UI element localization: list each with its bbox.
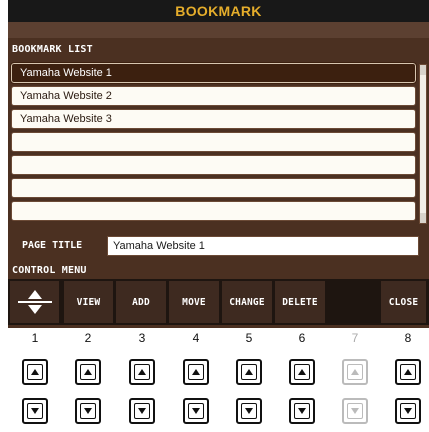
down-arrow-icon xyxy=(27,403,43,419)
up-arrow-icon xyxy=(188,364,204,380)
down-button-3[interactable] xyxy=(129,398,155,424)
down-arrow-icon xyxy=(80,403,96,419)
add-button[interactable]: ADD xyxy=(116,281,167,323)
up-arrow-icon xyxy=(347,364,363,380)
button-numbers: 1 2 3 4 5 6 7 8 xyxy=(0,331,429,345)
button-number-4: 4 xyxy=(192,331,200,345)
change-button[interactable]: CHANGE xyxy=(222,281,273,323)
button-number-7: 7 xyxy=(351,331,359,345)
button-number-1: 1 xyxy=(31,331,39,345)
scrollbar-top-cap xyxy=(420,65,426,75)
down-arrow-icon xyxy=(188,403,204,419)
arrow-divider xyxy=(17,301,52,303)
move-button[interactable]: MOVE xyxy=(169,281,220,323)
up-arrow-icon xyxy=(27,364,43,380)
control-menu-label: CONTROL MENU xyxy=(12,265,87,276)
up-arrow-icon xyxy=(80,364,96,380)
down-arrow-icon xyxy=(134,403,150,419)
display-screen: BOOKMARK BOOKMARK LIST Yamaha Website 1 … xyxy=(8,0,429,328)
button-number-3: 3 xyxy=(138,331,146,345)
up-button-6[interactable] xyxy=(289,359,315,385)
bookmark-list-panel: BOOKMARK LIST Yamaha Website 1 Yamaha We… xyxy=(8,39,429,229)
close-button[interactable]: CLOSE xyxy=(381,281,427,323)
empty-menu-slot xyxy=(328,281,379,323)
arrow-up-icon xyxy=(27,290,42,299)
down-arrow-icon xyxy=(400,403,416,419)
up-button-1[interactable] xyxy=(22,359,48,385)
button-number-5: 5 xyxy=(245,331,253,345)
up-button-2[interactable] xyxy=(75,359,101,385)
bookmark-row-7[interactable] xyxy=(11,201,416,221)
bookmark-row-4[interactable] xyxy=(11,132,416,152)
up-button-5[interactable] xyxy=(236,359,262,385)
delete-button[interactable]: DELETE xyxy=(275,281,326,323)
down-button-1[interactable] xyxy=(22,398,48,424)
button-number-2: 2 xyxy=(84,331,92,345)
page-title-label: PAGE TITLE xyxy=(22,240,83,251)
down-arrow-icon xyxy=(241,403,257,419)
window-title: BOOKMARK xyxy=(8,0,429,22)
scrollbar-bottom-cap xyxy=(420,213,426,223)
bookmark-list-label: BOOKMARK LIST xyxy=(12,44,93,55)
page-title-field[interactable]: Yamaha Website 1 xyxy=(107,236,419,256)
up-arrow-icon xyxy=(241,364,257,380)
button-number-6: 6 xyxy=(298,331,306,345)
bookmark-row-2[interactable]: Yamaha Website 2 xyxy=(11,86,416,106)
button-number-8: 8 xyxy=(404,331,412,345)
bookmark-row-5[interactable] xyxy=(11,155,416,175)
up-arrow-icon xyxy=(134,364,150,380)
up-down-arrows-button[interactable] xyxy=(10,281,60,323)
down-button-2[interactable] xyxy=(75,398,101,424)
title-separator xyxy=(8,22,429,38)
down-button-6[interactable] xyxy=(289,398,315,424)
bookmark-row-1[interactable]: Yamaha Website 1 xyxy=(10,62,417,84)
down-arrow-icon xyxy=(347,403,363,419)
down-arrow-icon xyxy=(294,403,310,419)
down-button-4[interactable] xyxy=(183,398,209,424)
up-button-8[interactable] xyxy=(395,359,421,385)
up-arrow-icon xyxy=(294,364,310,380)
view-button[interactable]: VIEW xyxy=(64,281,114,323)
control-menu-bar: VIEW ADD MOVE CHANGE DELETE CLOSE xyxy=(8,279,429,325)
up-arrow-icon xyxy=(400,364,416,380)
up-button-3[interactable] xyxy=(129,359,155,385)
up-button-4[interactable] xyxy=(183,359,209,385)
down-button-5[interactable] xyxy=(236,398,262,424)
list-scrollbar[interactable] xyxy=(419,64,427,224)
arrow-down-icon xyxy=(27,305,42,314)
bookmark-row-6[interactable] xyxy=(11,178,416,198)
up-button-7[interactable] xyxy=(342,359,368,385)
bookmark-row-3[interactable]: Yamaha Website 3 xyxy=(11,109,416,129)
bookmark-list: Yamaha Website 1 Yamaha Website 2 Yamaha… xyxy=(10,62,417,223)
down-button-8[interactable] xyxy=(395,398,421,424)
down-button-7[interactable] xyxy=(342,398,368,424)
